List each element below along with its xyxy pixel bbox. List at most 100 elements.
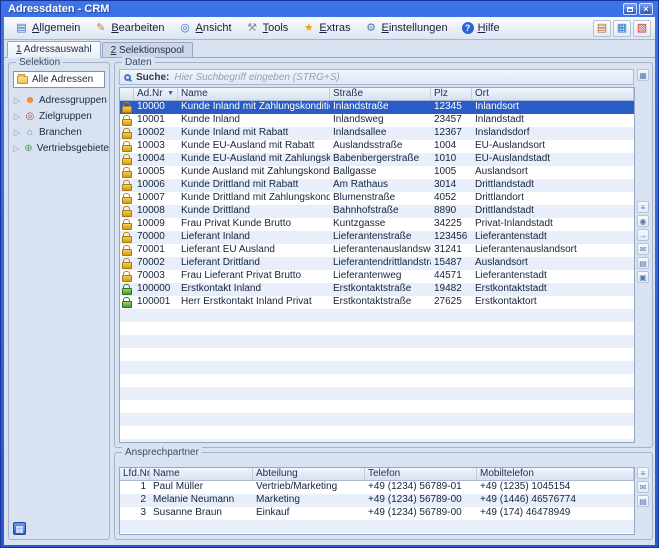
column-header-name[interactable]: Name — [178, 88, 330, 100]
cell-ort: Auslandsort — [472, 166, 634, 179]
lock-gold-icon — [122, 193, 131, 204]
cell-telefon: +49 (1234) 56789-00 — [365, 507, 477, 520]
customize-icon[interactable]: ≡ — [637, 201, 649, 213]
row-icon-cell — [120, 387, 134, 400]
lock-green-icon — [122, 284, 131, 295]
table-row[interactable]: 70001Lieferant EU AuslandLieferantenausl… — [120, 244, 634, 257]
tree-item-label: Adressgruppen — [39, 95, 107, 106]
column-header-label: Abteilung — [256, 468, 298, 480]
menu-item-extras[interactable]: ★Extras — [295, 20, 357, 37]
table-row[interactable]: 10002Kunde Inland mit RabattInlandsallee… — [120, 127, 634, 140]
menu-item-label: Bearbeiten — [111, 22, 164, 34]
menu-item-einstellungen[interactable]: ⚙Einstellungen — [358, 20, 455, 37]
expand-icon[interactable]: ▷ — [13, 128, 21, 137]
cell-name — [178, 400, 330, 413]
cell-name — [178, 322, 330, 335]
folder-icon — [17, 76, 28, 84]
table-row[interactable]: 10000Kunde Inland mit Zahlungskondition … — [120, 101, 634, 114]
print-icon[interactable]: ▤ — [637, 495, 649, 507]
cell-plz: 1005 — [431, 166, 472, 179]
column-header-lfdnr[interactable]: Lfd.Nr. — [120, 468, 150, 480]
cell-adnr — [134, 348, 178, 361]
table-row[interactable]: 10004Kunde EU-Ausland mit Zahlungskondit… — [120, 153, 634, 166]
table-row[interactable]: 1Paul MüllerVertrieb/Marketing+49 (1234)… — [120, 481, 634, 494]
table-row[interactable]: 10009Frau Privat Kunde BruttoKuntzgasse3… — [120, 218, 634, 231]
row-icon-cell — [120, 439, 134, 443]
cell-plz: 23457 — [431, 114, 472, 127]
search-input[interactable]: Hier Suchbegriff eingeben (STRG+S) — [174, 72, 339, 83]
column-header-strae[interactable]: Straße — [330, 88, 431, 100]
cell-adnr: 10005 — [134, 166, 178, 179]
cell-adnr — [134, 322, 178, 335]
column-header-name[interactable]: Name — [150, 468, 253, 480]
table-row[interactable]: 10005Kunde Ausland mit Zahlungskondition… — [120, 166, 634, 179]
tab-1-adressauswahl[interactable]: 1 Adressauswahl — [7, 41, 101, 58]
row-icon-cell — [120, 400, 134, 413]
table-row[interactable]: 100000Erstkontakt InlandErstkontaktstraß… — [120, 283, 634, 296]
row-icon-cell — [120, 296, 134, 309]
cell-plz: 1004 — [431, 140, 472, 153]
table-row[interactable]: 10003Kunde EU-Ausland mit RabattAuslands… — [120, 140, 634, 153]
menu-item-tools[interactable]: ⚒Tools — [239, 20, 296, 37]
report-icon[interactable]: ▤ — [593, 20, 611, 37]
mail-icon[interactable]: ✉ — [637, 481, 649, 493]
table-row[interactable]: 10007Kunde Drittland mit Zahlungskonditi… — [120, 192, 634, 205]
menu-item-ansicht[interactable]: ◎Ansicht — [172, 20, 239, 37]
maximize-button[interactable] — [623, 3, 637, 15]
cell-strasse — [330, 439, 431, 443]
table-row[interactable]: 70002Lieferant DrittlandLieferantendritt… — [120, 257, 634, 270]
column-header-label: Plz — [434, 88, 448, 100]
table-row[interactable]: 3Susanne BraunEinkauf+49 (1234) 56789-00… — [120, 507, 634, 520]
search-bar[interactable]: Suche: Hier Suchbegriff eingeben (STRG+S… — [119, 69, 634, 85]
address-filter-combo[interactable]: Alle Adressen — [13, 71, 105, 88]
expand-icon[interactable]: ▷ — [13, 112, 21, 121]
expand-icon[interactable]: ▷ — [13, 144, 20, 153]
tree-item-branchen[interactable]: ▷⌂Branchen — [13, 124, 109, 140]
layout-icon[interactable]: ▦ — [613, 20, 631, 37]
cell-strasse: Am Rathaus — [330, 179, 431, 192]
tab-2-selektionspool[interactable]: 2 Selektionspool — [102, 42, 193, 57]
selection-tool-icon[interactable]: ▦ — [13, 522, 26, 535]
menu-item-allgemein[interactable]: ▤Allgemein — [8, 20, 87, 37]
tree-item-adressgruppen[interactable]: ▷☻Adressgruppen — [13, 92, 109, 108]
column-header-plz[interactable]: Plz — [431, 88, 472, 100]
menu-item-hilfe[interactable]: ?Hilfe — [455, 20, 507, 36]
tree-item-label: Zielgruppen — [39, 111, 92, 122]
save-icon[interactable]: ▣ — [637, 271, 649, 283]
column-header-adnr[interactable]: Ad.Nr▼ — [134, 88, 178, 100]
table-row[interactable]: 100001Herr Erstkontakt Inland PrivatErst… — [120, 296, 634, 309]
cell-name: Kunde Drittland mit Zahlungskonditionen — [178, 192, 330, 205]
table-row[interactable]: 10006Kunde Drittland mit RabattAm Rathau… — [120, 179, 634, 192]
cell-name: Susanne Braun — [150, 507, 253, 520]
column-header-abteilung[interactable]: Abteilung — [253, 468, 365, 480]
column-header-telefon[interactable]: Telefon — [365, 468, 477, 480]
cell-ort: Inlandsort — [472, 101, 634, 114]
table-row[interactable]: 70000Lieferant InlandLieferantenstraße12… — [120, 231, 634, 244]
table-row[interactable]: 10008Kunde DrittlandBahnhofstraße8890Dri… — [120, 205, 634, 218]
customize-icon[interactable]: ≡ — [637, 467, 649, 479]
table-row[interactable]: 70003Frau Lieferant Privat BruttoLiefera… — [120, 270, 634, 283]
table-row[interactable]: 10001Kunde InlandInlandsweg23457Inlandst… — [120, 114, 634, 127]
help-icon: ? — [462, 22, 474, 34]
search-icon[interactable]: ◉ — [637, 215, 649, 227]
cell-abteilung: Vertrieb/Marketing — [253, 481, 365, 494]
menu-item-bearbeiten[interactable]: ✎Bearbeiten — [87, 20, 171, 37]
daten-grid: Ad.Nr▼NameStraßePlz Ort10000Kunde Inland … — [119, 87, 635, 443]
close-button[interactable]: × — [639, 3, 653, 15]
mail-icon[interactable]: ✉ — [637, 243, 649, 255]
column-header-ort[interactable]: Ort — [472, 88, 634, 100]
cell-abteilung: Marketing — [253, 494, 365, 507]
table-row[interactable]: 2Melanie NeumannMarketing+49 (1234) 5678… — [120, 494, 634, 507]
goto-icon[interactable]: → — [637, 229, 649, 241]
cell-adnr — [134, 309, 178, 322]
row-icon-cell — [120, 114, 134, 127]
expand-icon[interactable]: ▷ — [13, 96, 21, 105]
exit-icon[interactable]: ▧ — [633, 20, 651, 37]
tree-item-zielgruppen[interactable]: ▷◎Zielgruppen — [13, 108, 109, 124]
lock-gold-icon — [122, 180, 131, 191]
column-header-mobiltelefon[interactable]: Mobiltelefon — [477, 468, 634, 480]
tree-item-vertriebsgebiete[interactable]: ▷⊕Vertriebsgebiete — [13, 140, 109, 156]
column-chooser-icon[interactable]: ▦ — [637, 69, 649, 81]
cell-strasse: Lieferantenauslandsweg — [330, 244, 431, 257]
print-icon[interactable]: ▤ — [637, 257, 649, 269]
